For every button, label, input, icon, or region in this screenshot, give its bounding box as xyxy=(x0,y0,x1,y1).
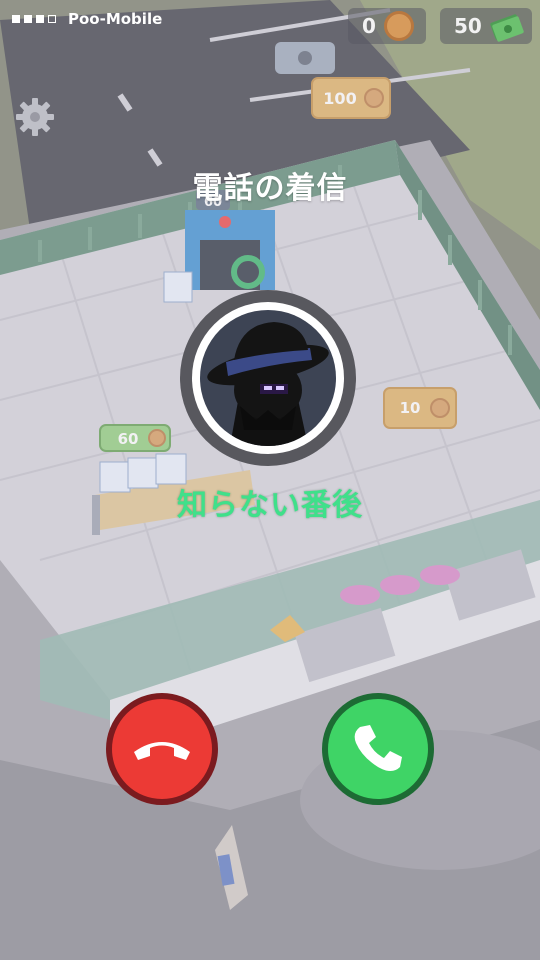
cash-counter: 50 xyxy=(440,8,532,44)
caller-avatar xyxy=(180,290,356,466)
cash-icon xyxy=(490,14,524,42)
decline-call-button[interactable] xyxy=(106,693,218,805)
gear-icon[interactable] xyxy=(14,96,56,138)
coin-count: 0 xyxy=(362,14,376,38)
mystery-caller-icon xyxy=(200,310,336,446)
cash-count: 50 xyxy=(454,14,482,38)
signal-bar-2 xyxy=(24,15,32,23)
incoming-call-title: 電話の着信 xyxy=(192,171,348,206)
signal-bar-3 xyxy=(36,15,44,23)
coin-icon xyxy=(383,11,414,41)
hang-up-icon xyxy=(134,742,190,760)
status-bar: Poo-Mobile xyxy=(12,10,162,28)
signal-bar-1 xyxy=(12,15,20,23)
caller-name: 知らない番後 xyxy=(177,488,363,523)
signal-bar-4 xyxy=(48,15,56,23)
phone-icon xyxy=(354,725,402,771)
accept-call-button[interactable] xyxy=(322,693,434,805)
carrier-name: Poo-Mobile xyxy=(68,10,163,28)
coin-counter: 0 xyxy=(348,8,426,44)
